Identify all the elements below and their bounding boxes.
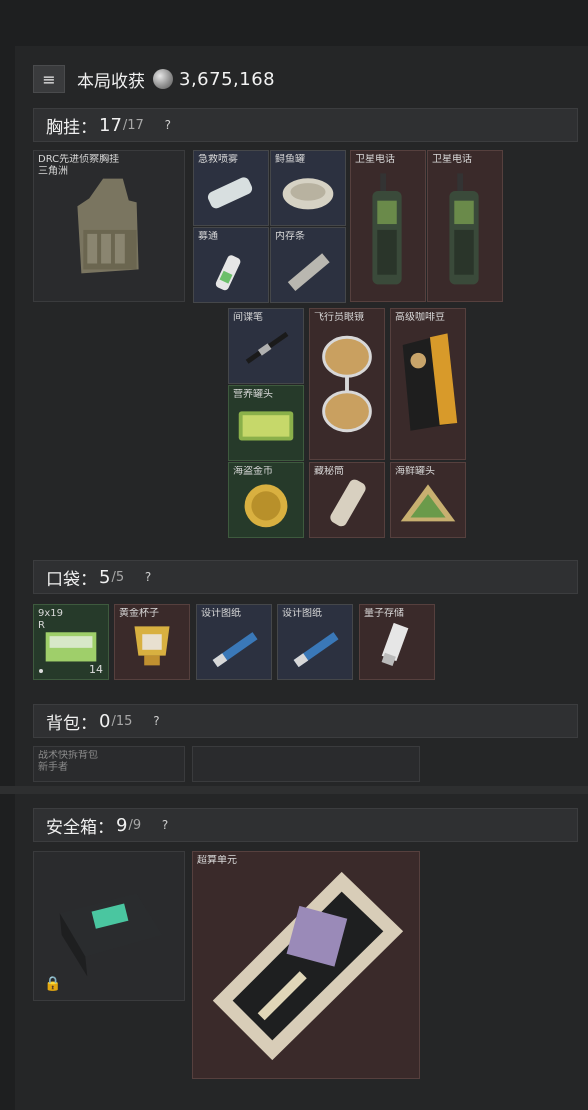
item-label: 战术快拆背包	[38, 750, 98, 761]
tin-can-icon	[238, 411, 294, 441]
loot-value: 3,675,168	[179, 68, 276, 90]
coin-icon	[153, 69, 173, 89]
item-pirate-coin[interactable]: 海盗金币	[228, 462, 304, 538]
loot-header: ≡ 本局收获 3,675,168	[33, 63, 275, 95]
fish-can-icon	[282, 178, 334, 210]
item-secret-cylinder[interactable]: 藏秘筒	[309, 462, 385, 538]
item-safe-case[interactable]: 🔒	[33, 851, 185, 1001]
empty-slot[interactable]	[192, 746, 420, 782]
seafood-can-icon	[400, 484, 456, 522]
section-max: /15	[111, 713, 133, 729]
section-max: /17	[122, 117, 144, 133]
help-icon[interactable]: ?	[140, 569, 156, 585]
section-label: 口袋：	[46, 569, 97, 590]
item-seafood-can[interactable]: 海鲜罐头	[390, 462, 466, 538]
item-sat-phone-1[interactable]: 卫星电话	[350, 150, 426, 302]
item-ammo[interactable]: 9x19 R 14	[33, 604, 109, 680]
header-title: 本局收获	[77, 71, 145, 92]
item-coffee-beans[interactable]: 高级咖啡豆	[390, 308, 466, 460]
pen-icon	[245, 331, 289, 364]
item-chest-rig[interactable]: DRC先进侦察胸挂 三角洲	[33, 150, 185, 302]
gold-coin-icon	[244, 484, 288, 528]
item-tactical-backpack[interactable]: 战术快拆背包 新手者	[33, 746, 185, 782]
section-label: 胸挂：	[46, 117, 97, 138]
item-first-aid[interactable]: 急救喷雾	[193, 150, 269, 226]
coffee-bag-icon	[402, 333, 458, 431]
item-blueprint-2[interactable]: 设计图纸	[277, 604, 353, 680]
item-supercomputer-unit[interactable]: 超算单元	[192, 851, 420, 1079]
circuit-board-icon	[212, 871, 404, 1061]
section-count: 9	[116, 814, 128, 836]
item-fish-can[interactable]: 鲟鱼罐	[270, 150, 346, 226]
section-label: 背包：	[46, 713, 97, 734]
item-quantity: 14	[89, 663, 103, 676]
item-gold-cup[interactable]: 黄金杯子	[114, 604, 190, 680]
ram-icon	[287, 253, 330, 292]
section-pocket: 口袋： 5 /5 ?	[33, 560, 578, 594]
help-icon[interactable]: ?	[157, 817, 173, 833]
cup-icon	[134, 626, 170, 666]
blueprint-icon	[212, 632, 258, 668]
chest-rig-icon	[77, 178, 139, 274]
section-backpack: 背包： 0 /15 ?	[33, 704, 578, 738]
item-sat-phone-2[interactable]: 卫星电话	[427, 150, 503, 302]
lock-icon: 🔒	[44, 976, 62, 992]
sat-phone-icon	[449, 173, 479, 285]
item-ram[interactable]: 内存条	[270, 227, 346, 303]
list-icon[interactable]: ≡	[33, 65, 65, 93]
tube-icon	[215, 255, 241, 291]
section-label: 安全箱：	[46, 817, 114, 838]
section-max: /5	[111, 569, 125, 585]
dot-icon	[39, 669, 43, 673]
section-safe: 安全箱： 9 /9 ?	[33, 808, 578, 842]
item-quantum-storage[interactable]: 量子存储	[359, 604, 435, 680]
section-count: 0	[99, 710, 111, 732]
sat-phone-icon	[372, 173, 402, 285]
section-divider	[0, 786, 588, 794]
section-max: /9	[128, 817, 142, 833]
help-icon[interactable]: ?	[148, 713, 164, 729]
spray-icon	[207, 177, 253, 209]
item-drug[interactable]: 募通	[193, 227, 269, 303]
item-spy-pen[interactable]: 间谍笔	[228, 308, 304, 384]
item-label: 新手者	[38, 762, 68, 773]
item-nutrition-can[interactable]: 营养罐头	[228, 385, 304, 461]
glasses-icon	[322, 335, 372, 433]
usb-drive-icon	[381, 622, 409, 666]
cylinder-icon	[330, 479, 366, 527]
section-count: 17	[99, 114, 122, 136]
section-count: 5	[99, 566, 111, 588]
item-blueprint-1[interactable]: 设计图纸	[196, 604, 272, 680]
blueprint-icon	[293, 632, 339, 668]
item-aviator-glasses[interactable]: 飞行员眼镜	[309, 308, 385, 460]
help-icon[interactable]: ?	[160, 117, 176, 133]
section-chest: 胸挂： 17 /17 ?	[33, 108, 578, 142]
